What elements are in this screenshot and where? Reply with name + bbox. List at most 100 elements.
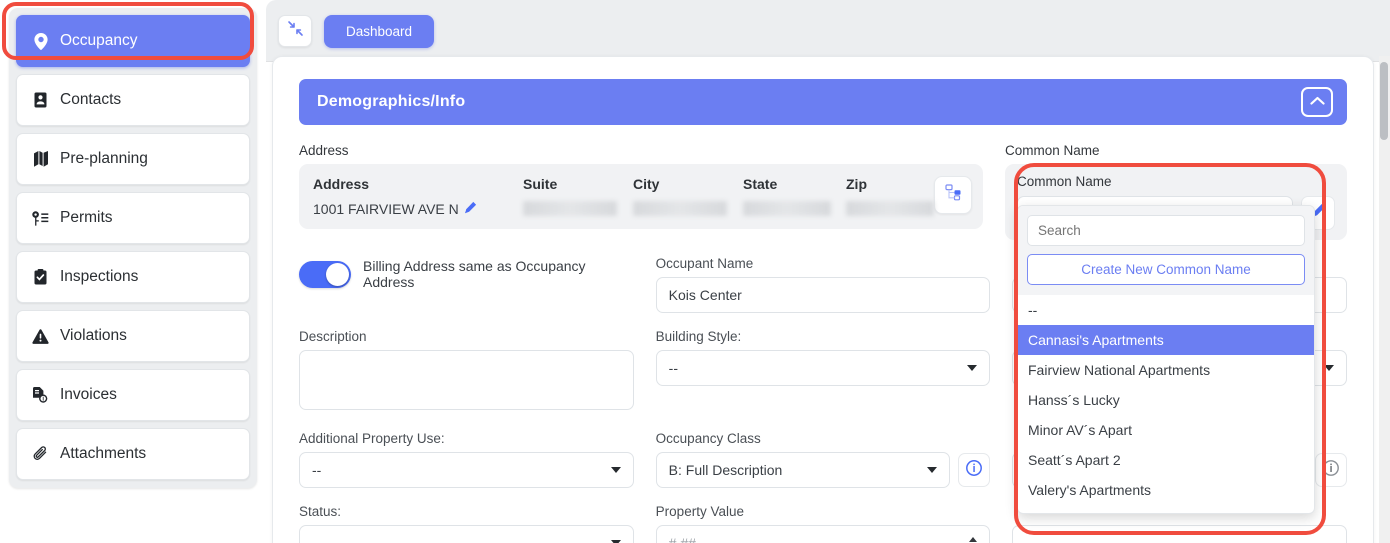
sidebar-item-contacts[interactable]: Contacts [16, 74, 250, 126]
address-value-city [633, 201, 727, 216]
occupancy-class-col: Occupancy Class B: Full Description [655, 431, 991, 488]
page-scrollbar[interactable] [1379, 56, 1390, 543]
address-value-street: 1001 FAIRVIEW AVE N [313, 201, 523, 217]
sidebar-item-label: Contacts [60, 91, 122, 108]
file-invoice-dollar-icon [31, 387, 50, 403]
right-field-info-button[interactable] [1315, 453, 1348, 487]
property-value-col: Property Value #.## [655, 504, 991, 543]
sidebar-item-label: Attachments [60, 445, 147, 462]
occupant-name-label: Occupant Name [655, 256, 754, 271]
property-value-placeholder: #.## [668, 535, 696, 543]
number-stepper-icon[interactable] [969, 537, 978, 543]
common-name-option-4[interactable]: Minor AV´s Apart [1018, 415, 1314, 445]
sidebar: Occupancy Contacts Pre-planning Permits [0, 0, 266, 543]
status-col: Status: -- [299, 504, 634, 543]
status-value: -- [312, 535, 322, 543]
main-area: Dashboard Demographics/Info Address Addr… [266, 0, 1390, 543]
address-col-suite: Suite [523, 176, 633, 217]
additional-property-use-value: -- [312, 462, 322, 478]
additional-property-use-col: Additional Property Use: -- [299, 431, 634, 488]
top-toolbar: Dashboard [266, 0, 1390, 62]
billing-toggle-row: Billing Address same as Occupancy Addres… [299, 256, 634, 292]
chevron-down-icon [927, 467, 938, 473]
collapse-arrows-icon [287, 20, 304, 42]
description-col: Description [299, 329, 634, 415]
address-value-suite [523, 201, 617, 216]
address-header-zip: Zip [846, 176, 867, 192]
panel-collapse-button[interactable] [1301, 87, 1333, 117]
common-name-dropdown-menu: Create New Common Name -- Cannasi's Apar… [1017, 205, 1315, 514]
status-label: Status: [299, 504, 342, 519]
dashboard-button[interactable]: Dashboard [324, 14, 435, 48]
sidebar-item-label: Pre-planning [60, 150, 148, 167]
collapse-sidebar-button[interactable] [278, 15, 312, 47]
common-name-dropdown-top: Create New Common Name [1018, 206, 1314, 295]
occupancy-class-row: B: Full Description [655, 452, 991, 488]
chevron-down-icon [610, 467, 621, 473]
occupancy-class-label: Occupancy Class [655, 431, 761, 446]
address-value-state [743, 201, 831, 216]
clipboard-check-icon [31, 269, 50, 285]
sidebar-item-label: Occupancy [60, 32, 138, 49]
address-col-city: City [633, 176, 743, 217]
occupant-name-col: Occupant Name Kois Center [655, 256, 991, 313]
create-new-common-name-button[interactable]: Create New Common Name [1027, 254, 1305, 285]
common-name-section: Common Name Common Name Cannasi's Apartm… [1005, 143, 1347, 514]
building-style-label: Building Style: [655, 329, 742, 344]
description-textarea[interactable] [299, 350, 634, 410]
occupancy-class-info-button[interactable] [958, 453, 991, 487]
chevron-down-icon [1324, 365, 1335, 371]
sidebar-item-inspections[interactable]: Inspections [16, 251, 250, 303]
occupancy-class-select[interactable]: B: Full Description [655, 452, 951, 488]
panel-header: Demographics/Info [299, 79, 1347, 125]
address-header-state: State [743, 176, 778, 192]
chevron-up-icon [1309, 93, 1325, 111]
address-card-icon [31, 92, 50, 108]
map-folded-icon [31, 151, 50, 167]
sidebar-item-pre-planning[interactable]: Pre-planning [16, 133, 250, 185]
address-box: Address 1001 FAIRVIEW AVE N Suite City S… [299, 164, 983, 229]
address-section: Address Address 1001 FAIRVIEW AVE N Suit… [299, 143, 983, 229]
common-name-option-3[interactable]: Hanss´s Lucky [1018, 385, 1314, 415]
sidebar-item-label: Inspections [60, 268, 139, 285]
occupant-name-input[interactable]: Kois Center [655, 277, 991, 313]
map-marker-icon [31, 32, 50, 50]
common-name-option-2[interactable]: Fairview National Apartments [1018, 355, 1314, 385]
pencil-icon[interactable] [464, 201, 477, 217]
chevron-down-icon [967, 365, 978, 371]
building-style-col: Building Style: -- [655, 329, 991, 386]
page-title: Demographics/Info [317, 93, 466, 110]
page-scrollbar-thumb[interactable] [1380, 62, 1388, 140]
common-name-option-0[interactable]: -- [1018, 295, 1314, 325]
building-style-select[interactable]: -- [655, 350, 991, 386]
demographics-card: Demographics/Info Address Address 1001 F… [272, 56, 1374, 543]
occupancy-class-value: B: Full Description [668, 462, 783, 478]
common-name-option-6[interactable]: Valery's Apartments [1018, 475, 1314, 505]
sidebar-item-attachments[interactable]: Attachments [16, 428, 250, 480]
sidebar-item-violations[interactable]: Violations [16, 310, 250, 362]
common-name-search-input[interactable] [1027, 215, 1305, 246]
billing-address-toggle[interactable] [299, 260, 351, 288]
common-name-section-label: Common Name [1005, 143, 1100, 158]
sidebar-item-occupancy[interactable]: Occupancy [16, 15, 250, 67]
address-col-address: Address 1001 FAIRVIEW AVE N [313, 176, 523, 217]
common-name-option-5[interactable]: Seatt´s Apart 2 [1018, 445, 1314, 475]
sidebar-item-label: Invoices [60, 386, 117, 403]
billing-toggle-col: Billing Address same as Occupancy Addres… [299, 256, 634, 313]
property-value-label: Property Value [655, 504, 744, 519]
address-street-text: 1001 FAIRVIEW AVE N [313, 201, 459, 217]
property-value-input[interactable]: #.## [655, 525, 991, 543]
key-icon [31, 210, 50, 226]
sidebar-nav-card: Occupancy Contacts Pre-planning Permits [9, 8, 257, 488]
toggle-knob [326, 262, 349, 286]
info-circle-icon [1322, 459, 1340, 482]
sidebar-item-invoices[interactable]: Invoices [16, 369, 250, 421]
address-header-address: Address [313, 176, 370, 192]
common-name-option-1[interactable]: Cannasi's Apartments [1018, 325, 1314, 355]
status-select[interactable]: -- [299, 525, 634, 543]
sidebar-item-permits[interactable]: Permits [16, 192, 250, 244]
address-header-city: City [633, 176, 660, 192]
address-sitemap-button[interactable] [934, 176, 972, 214]
right-field-input-4[interactable] [1012, 525, 1348, 543]
additional-property-use-select[interactable]: -- [299, 452, 634, 488]
